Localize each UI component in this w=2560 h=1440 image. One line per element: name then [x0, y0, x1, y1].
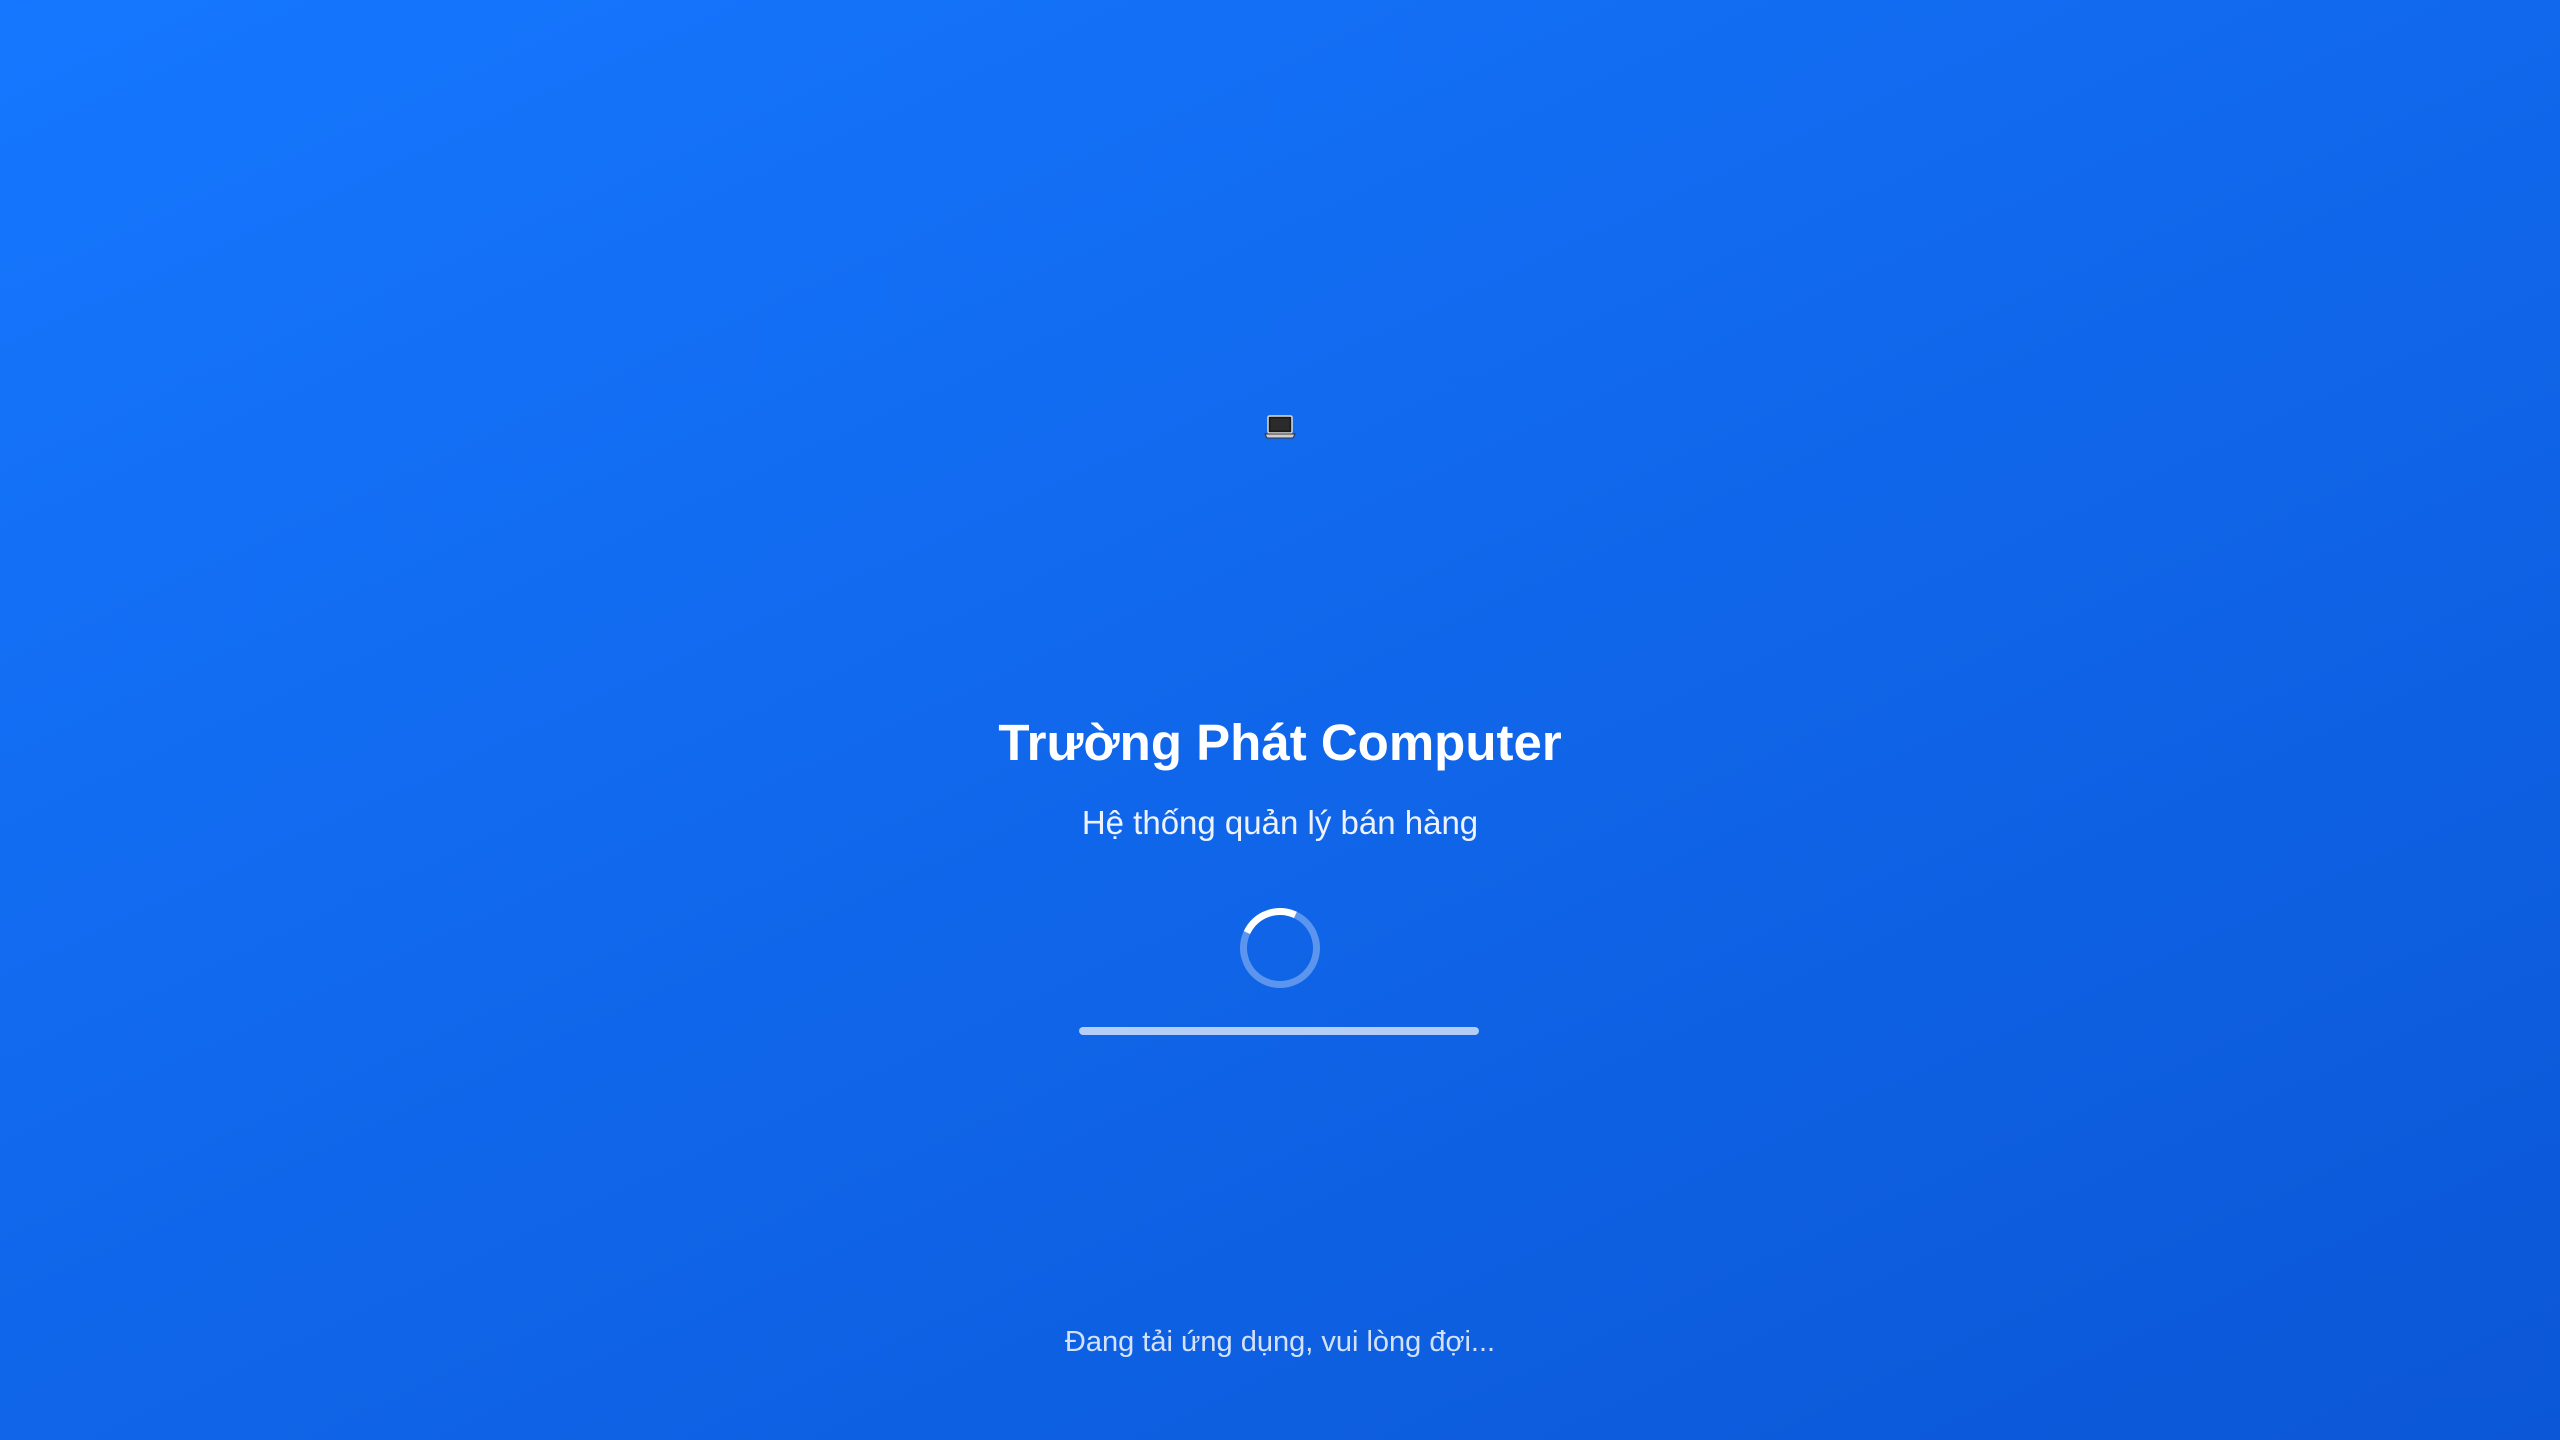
- progress-bar: [1079, 1027, 1479, 1035]
- splash-screen: Trường Phát Computer Hệ thống quản lý bá…: [0, 0, 2560, 1440]
- app-subtitle: Hệ thống quản lý bán hàng: [1081, 804, 1479, 841]
- app-title: Trường Phát Computer: [998, 714, 1562, 771]
- loading-spinner-icon: [1228, 896, 1332, 1000]
- loading-message: Đang tải ứng dụng, vui lòng đợi...: [1064, 1326, 1496, 1358]
- progress-bar-fill: [1079, 1027, 1479, 1035]
- laptop-icon: [1264, 415, 1296, 439]
